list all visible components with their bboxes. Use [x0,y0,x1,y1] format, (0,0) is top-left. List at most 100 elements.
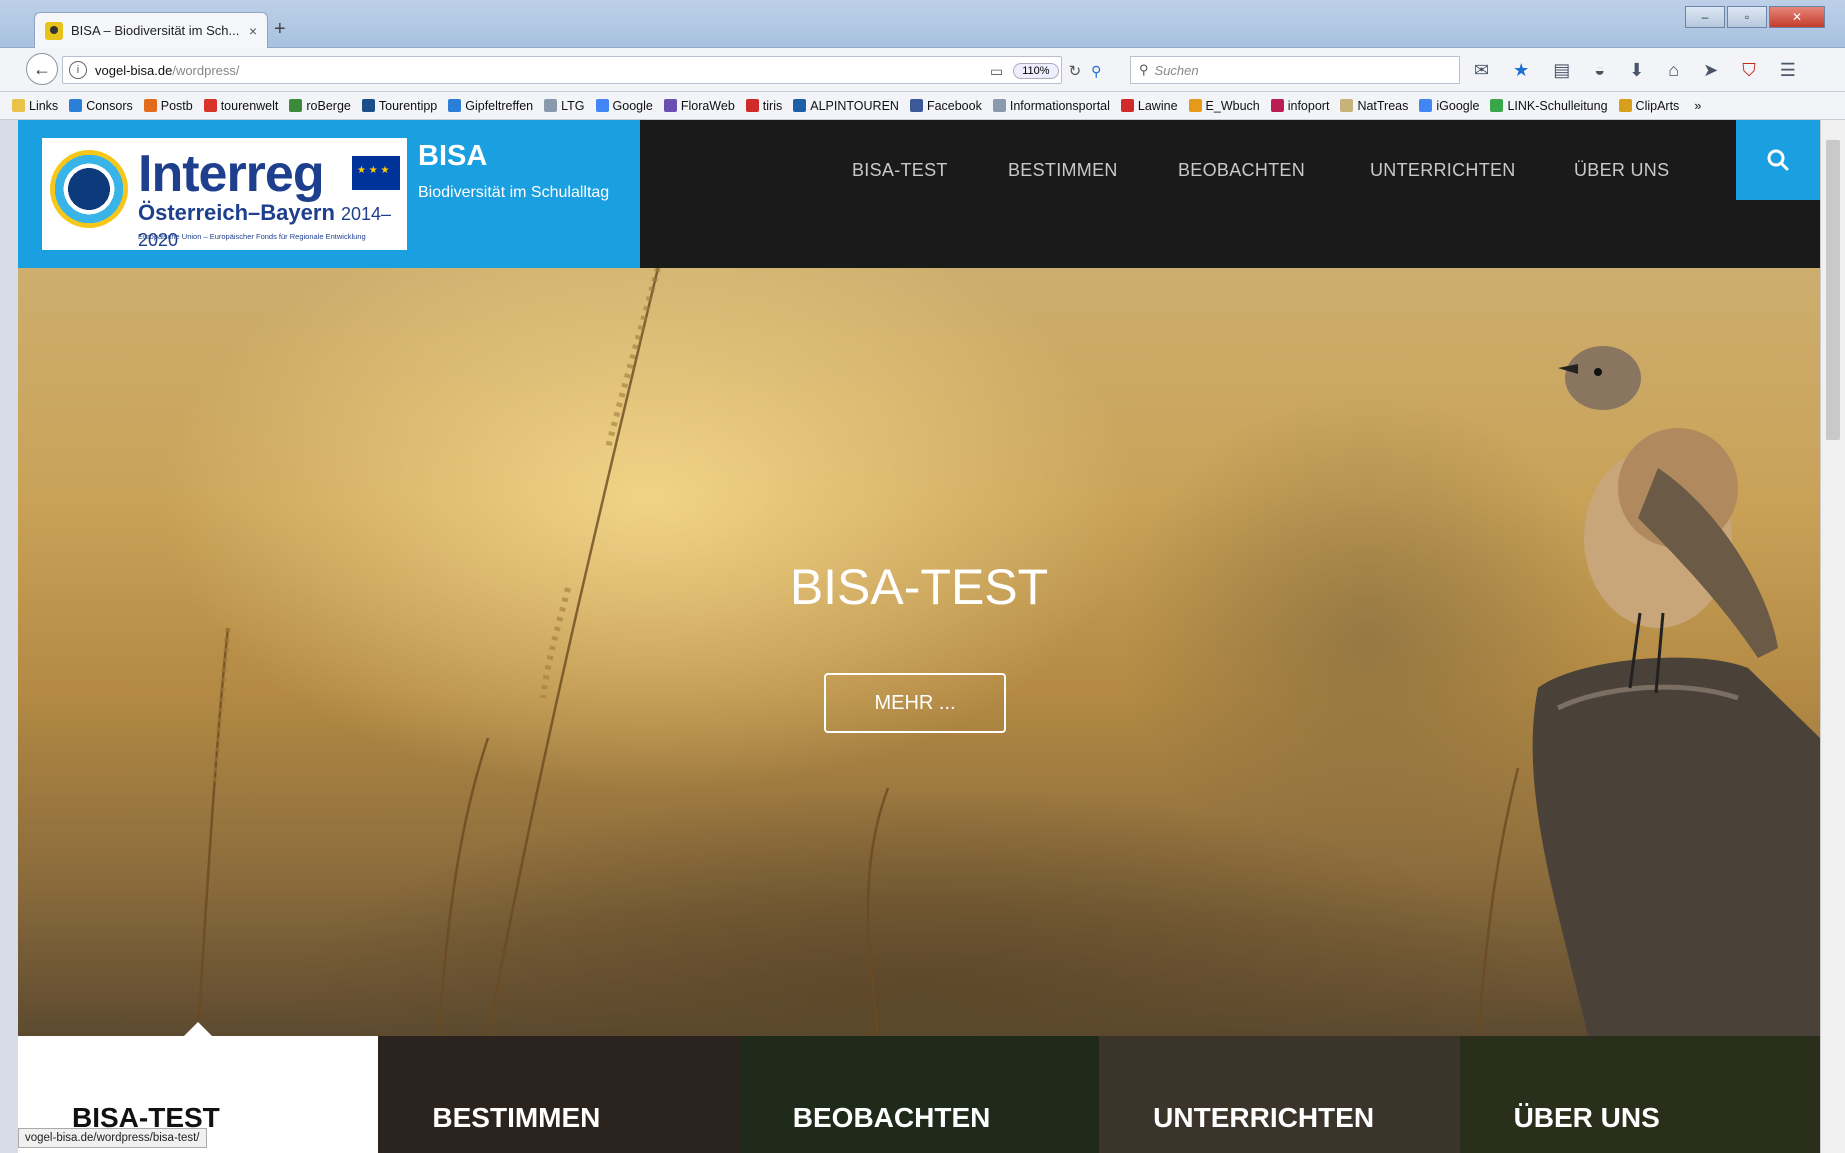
bookmark-label: LINK-Schulleitung [1507,98,1608,113]
feature-box[interactable]: UNTERRICHTEN [1099,1036,1460,1153]
bookmark-item[interactable]: FloraWeb [663,99,735,113]
bookmark-item[interactable]: Gipfeltreffen [448,99,533,113]
bookmarks-overflow-button[interactable]: » [1694,99,1701,113]
url-path: /wordpress/ [172,62,240,78]
hero-title: BISA-TEST [789,559,1049,615]
tab-title: BISA – Biodiversität im Sch... [71,23,240,38]
window-left-edge [0,120,18,1153]
bookmark-item[interactable]: Lawine [1120,99,1178,113]
bookmarks-list-icon[interactable]: ▤ [1553,60,1570,81]
feature-box[interactable]: ÜBER UNS [1459,1036,1820,1153]
bookmark-item[interactable]: Links [12,99,58,113]
search-icon [1767,149,1789,171]
bookmark-favicon-icon [12,99,25,112]
bookmark-item[interactable]: roBerge [289,99,351,113]
zoom-indicator[interactable]: 110% [1013,63,1059,79]
bookmark-label: tiris [762,98,783,113]
minimize-button[interactable]: – [1685,6,1725,28]
bookmark-favicon-icon [69,99,83,112]
bookmark-item[interactable]: LINK-Schulleitung [1490,98,1608,113]
bookmark-item[interactable]: Postb [143,98,193,113]
bookmark-item[interactable]: infoport [1270,98,1330,113]
download-icon[interactable]: ⬇ [1629,60,1644,81]
main-menu: BISA-TEST BESTIMMEN BEOBACHTEN UNTERRICH… [640,120,1820,268]
site-favicon-icon [45,21,63,40]
page-scrollbar[interactable] [1820,120,1845,1153]
new-tab-button[interactable]: + [274,18,286,41]
active-feature-pointer [184,1022,212,1036]
bookmark-label: Consors [86,98,133,113]
bookmark-label: infoport [1287,98,1330,113]
menu-icon[interactable]: ☰ [1780,60,1796,81]
hero-slider: BISA-TEST MEHR ... [18,268,1820,1036]
feature-box[interactable]: BEOBACHTEN [738,1036,1100,1153]
bookmark-item[interactable]: Tourentipp [361,99,437,113]
bookmark-favicon-icon [1419,99,1433,112]
bookmark-item[interactable]: LTG [544,99,585,113]
site-search-button[interactable] [1736,120,1820,200]
pocket-icon[interactable]: ◒ [1594,60,1605,81]
bookmark-label: Postb [160,98,193,113]
window-controls: – ▫ ✕ [1685,6,1825,28]
bookmark-item[interactable]: NatTreas [1340,99,1408,113]
bookmark-item[interactable]: Google [595,98,653,113]
menu-item-ueber-uns[interactable]: ÜBER UNS [1574,160,1669,181]
hero-more-button[interactable]: MEHR ... [824,673,1006,733]
tab-close-icon[interactable]: × [249,23,257,39]
feature-box[interactable]: BESTIMMEN [378,1036,739,1153]
bookmark-item[interactable]: tiris [745,98,783,113]
bookmark-item[interactable]: Consors [69,99,133,113]
site-info-icon[interactable]: i [69,61,87,79]
feature-box-label: BEOBACHTEN [792,1102,991,1133]
menu-item-unterrichten[interactable]: UNTERRICHTEN [1370,160,1516,181]
menu-item-beobachten[interactable]: BEOBACHTEN [1178,160,1305,181]
interreg-logo[interactable]: Interreg Österreich–Bayern 2014–2020 Eur… [42,138,407,250]
site-title[interactable]: BISA [418,140,487,173]
feature-box-label: BESTIMMEN [432,1102,601,1133]
bookmark-item[interactable]: ClipArts [1618,99,1679,113]
bookmark-label: E_Wbuch [1205,98,1260,113]
mail-icon[interactable]: ✉ [1474,60,1489,81]
bookmark-item[interactable]: tourenwelt [203,99,278,113]
menu-item-bestimmen[interactable]: BESTIMMEN [1008,160,1118,181]
address-bar[interactable]: i vogel-bisa.de /wordpress/ [62,56,1062,84]
search-go-icon[interactable]: ⚲ [1091,63,1101,80]
web-page: Interreg Österreich–Bayern 2014–2020 Eur… [18,120,1820,1153]
bookmark-favicon-icon [1270,99,1284,112]
bookmark-item[interactable]: ALPINTOUREN [793,99,899,113]
reload-icon[interactable]: ↻ [1069,62,1082,80]
search-field[interactable]: ⚲ Suchen [1130,56,1460,84]
send-icon[interactable]: ➤ [1703,60,1718,81]
bookmark-label: Google [612,98,653,113]
bookmark-favicon-icon [1490,99,1504,112]
bookmark-star-icon[interactable]: ★ [1513,60,1529,81]
bookmark-item[interactable]: E_Wbuch [1188,98,1260,113]
maximize-button[interactable]: ▫ [1727,6,1767,28]
bookmark-favicon-icon [1618,99,1632,112]
bookmark-item[interactable]: iGoogle [1419,99,1479,113]
home-icon[interactable]: ⌂ [1668,60,1679,81]
menu-item-bisa-test[interactable]: BISA-TEST [852,160,948,181]
bookmark-favicon-icon [544,99,558,112]
shield-icon[interactable]: ⛉ [1742,60,1756,81]
search-placeholder: Suchen [1154,62,1199,78]
bookmark-label: Gipfeltreffen [465,98,534,113]
bookmark-label: Facebook [926,98,982,113]
bookmark-label: iGoogle [1436,98,1480,113]
search-icon: ⚲ [1139,62,1149,77]
window-close-button[interactable]: ✕ [1769,6,1825,28]
logo-region-text: Österreich–Bayern 2014–2020 [138,200,407,252]
reader-view-icon[interactable]: ▭ [990,63,1003,80]
scrollbar-thumb[interactable] [1826,140,1840,440]
back-button[interactable]: ← [26,53,58,85]
bookmark-item[interactable]: Informationsportal [992,99,1110,113]
bookmark-favicon-icon [448,99,462,112]
tab-strip: BISA – Biodiversität im Sch... × + – ▫ ✕ [0,0,1845,48]
bookmark-favicon-icon [203,99,217,112]
browser-tab[interactable]: BISA – Biodiversität im Sch... × [34,12,268,48]
logo-main-text: Interreg [138,145,325,203]
bookmark-item[interactable]: Facebook [909,98,982,113]
bookmark-favicon-icon [745,99,759,112]
logo-region: Österreich–Bayern [138,200,335,225]
site-branding[interactable]: Interreg Österreich–Bayern 2014–2020 Eur… [18,120,640,268]
